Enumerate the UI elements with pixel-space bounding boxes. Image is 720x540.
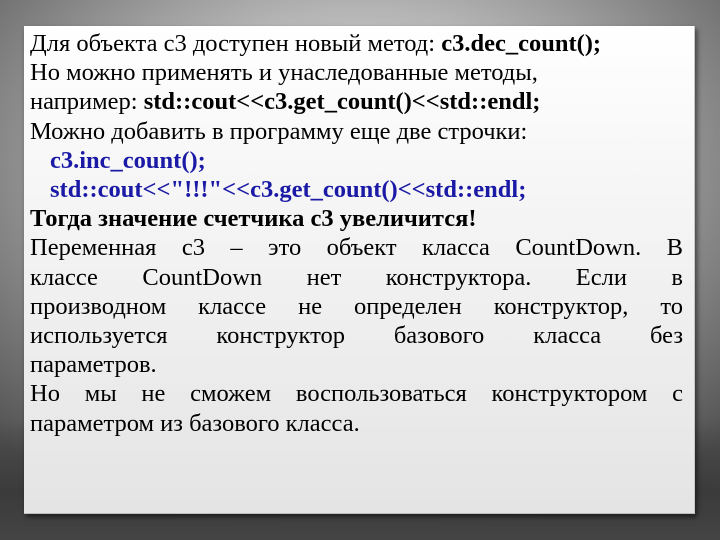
paragraph-2: Но мы не сможем воспользоваться конструк… — [30, 379, 683, 437]
paragraph-1-line: используется конструктор базового класса… — [30, 322, 683, 350]
code-line-1: c3.inc_count(); — [50, 146, 206, 174]
bold-statement: Тогда значение счетчика с3 увеличится! — [30, 205, 477, 233]
line1-code: c3.dec_count(); — [441, 30, 602, 57]
paragraph-1-line: производном классе не определен конструк… — [30, 292, 683, 320]
slide-content-box: Для объекта с3 доступен новый метод: c3.… — [24, 26, 695, 514]
line3-text: например: — [30, 88, 144, 116]
line3-code: std::cout<<c3.get_count()<<std::endl; — [143, 88, 541, 116]
text-line-3: например: std::cout<<c3.get_count()<<std… — [30, 87, 683, 116]
line2-text: Но можно применять и унаследованные мето… — [30, 59, 538, 87]
text-line-1: Для объекта с3 доступен новый метод: c3.… — [30, 29, 683, 58]
paragraph-1: Переменная с3 – это объект класса CountD… — [30, 233, 683, 379]
line1-text: Для объекта с3 доступен новый метод: — [30, 30, 442, 57]
paragraph-2-line: Но мы не сможем воспользоваться конструк… — [30, 380, 683, 408]
slide-text: Для объекта с3 доступен новый метод: c3.… — [30, 29, 683, 438]
paragraph-1-line: параметров. — [30, 351, 157, 379]
text-line-2: Но можно применять и унаследованные мето… — [30, 58, 683, 87]
text-line-4: Можно добавить в программу еще две строч… — [30, 117, 683, 146]
paragraph-1-line: классе CountDown нет конструктора. Если … — [30, 263, 683, 291]
paragraph-1-line: Переменная с3 – это объект класса CountD… — [30, 234, 683, 262]
code-line-2: std::cout<<"!!!"<<c3.get_count()<<std::e… — [50, 176, 527, 204]
paragraph-2-line: параметром из базового класса. — [30, 409, 360, 437]
line4-text: Можно добавить в программу еще две строч… — [30, 117, 528, 145]
